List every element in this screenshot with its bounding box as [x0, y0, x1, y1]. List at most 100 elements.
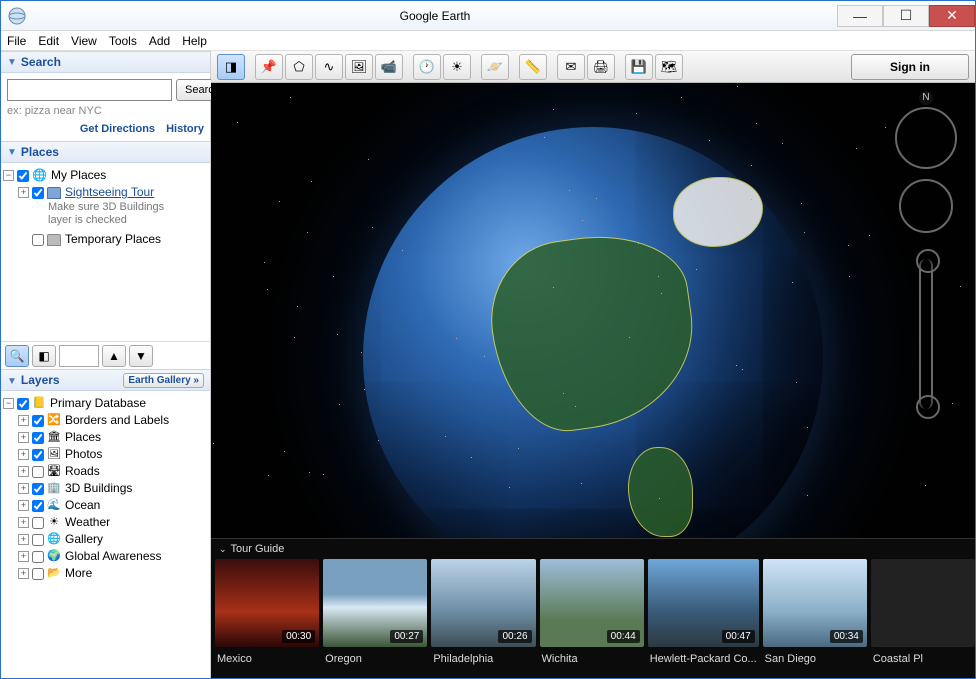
search-panel-header[interactable]: ▼Search — [1, 51, 210, 73]
sunlight-button[interactable]: ☀ — [443, 54, 471, 80]
tour-item[interactable]: 00:30Mexico — [215, 559, 319, 677]
search-input[interactable] — [7, 79, 172, 101]
layer-label[interactable]: Gallery — [65, 531, 103, 548]
minimize-button[interactable]: — — [837, 5, 883, 27]
ruler-button[interactable]: 📏 — [519, 54, 547, 80]
tour-item[interactable]: 00:47Hewlett-Packard Co... — [648, 559, 759, 677]
expand-toggle[interactable]: + — [18, 466, 29, 477]
zoom-slider[interactable] — [919, 259, 933, 409]
polygon-button[interactable]: ⬠ — [285, 54, 313, 80]
expand-toggle[interactable]: + — [18, 534, 29, 545]
temporary-label[interactable]: Temporary Places — [65, 231, 161, 248]
get-directions-link[interactable]: Get Directions — [80, 123, 155, 135]
search-places-button[interactable]: 🔍 — [5, 345, 29, 367]
expand-toggle[interactable]: + — [18, 483, 29, 494]
layer-row[interactable]: +☀Weather — [3, 514, 208, 531]
layer-checkbox[interactable] — [32, 483, 44, 495]
primary-db-label[interactable]: Primary Database — [50, 395, 146, 412]
placemark-button[interactable]: 📌 — [255, 54, 283, 80]
sightseeing-link[interactable]: Sightseeing Tour — [65, 184, 154, 201]
expand-toggle[interactable]: + — [18, 187, 29, 198]
expand-toggle[interactable]: + — [18, 551, 29, 562]
layer-label[interactable]: Weather — [65, 514, 110, 531]
compass-control[interactable] — [895, 107, 957, 169]
history-link[interactable]: History — [166, 123, 204, 135]
places-panel-header[interactable]: ▼Places — [1, 141, 210, 163]
layer-label[interactable]: Borders and Labels — [65, 412, 169, 429]
layer-checkbox[interactable] — [32, 568, 44, 580]
sidebar-toggle-button[interactable]: ◨ — [217, 54, 245, 80]
expand-toggle[interactable]: + — [18, 500, 29, 511]
tour-thumbnail[interactable]: 00:30 — [215, 559, 319, 647]
menu-add[interactable]: Add — [149, 34, 170, 48]
tour-thumbnail[interactable] — [871, 559, 975, 647]
layer-checkbox[interactable] — [32, 500, 44, 512]
path-button[interactable]: ∿ — [315, 54, 343, 80]
tour-thumbnail[interactable]: 00:26 — [431, 559, 535, 647]
layer-checkbox[interactable] — [32, 534, 44, 546]
menu-edit[interactable]: Edit — [38, 34, 59, 48]
pan-control[interactable] — [899, 179, 953, 233]
myplaces-label[interactable]: My Places — [51, 167, 106, 184]
menu-tools[interactable]: Tools — [109, 34, 137, 48]
maximize-button[interactable]: ☐ — [883, 5, 929, 27]
layer-checkbox[interactable] — [32, 466, 44, 478]
tour-thumbnail[interactable]: 00:34 — [763, 559, 867, 647]
expand-toggle[interactable]: + — [18, 449, 29, 460]
layer-row[interactable]: +🏢3D Buildings — [3, 480, 208, 497]
primary-db-checkbox[interactable] — [17, 398, 29, 410]
places-filter-input[interactable] — [59, 345, 99, 367]
tour-item[interactable]: 00:44Wichita — [540, 559, 644, 677]
layer-checkbox[interactable] — [32, 551, 44, 563]
layer-label[interactable]: More — [65, 565, 92, 582]
tour-thumbnail[interactable]: 00:27 — [323, 559, 427, 647]
tour-item[interactable]: 00:27Oregon — [323, 559, 427, 677]
layer-row[interactable]: +📂More — [3, 565, 208, 582]
layer-row[interactable]: +🌐Gallery — [3, 531, 208, 548]
layer-checkbox[interactable] — [32, 449, 44, 461]
email-button[interactable]: ✉ — [557, 54, 585, 80]
layer-checkbox[interactable] — [32, 432, 44, 444]
move-down-button[interactable]: ▼ — [129, 345, 153, 367]
globe[interactable] — [363, 127, 823, 587]
layer-row[interactable]: +🏛Places — [3, 429, 208, 446]
layer-row[interactable]: +🛣Roads — [3, 463, 208, 480]
print-button[interactable]: 🖨 — [587, 54, 615, 80]
signin-button[interactable]: Sign in — [851, 54, 969, 80]
record-tour-button[interactable]: 📹 — [375, 54, 403, 80]
view-toggle-button[interactable]: ◧ — [32, 345, 56, 367]
layer-label[interactable]: 3D Buildings — [65, 480, 132, 497]
close-button[interactable]: ✕ — [929, 5, 975, 27]
menu-file[interactable]: File — [7, 34, 26, 48]
tour-item[interactable]: 00:34San Diego — [763, 559, 867, 677]
tour-item[interactable]: Coastal Pl — [871, 559, 975, 677]
image-overlay-button[interactable]: 🖼 — [345, 54, 373, 80]
expand-toggle[interactable]: + — [18, 432, 29, 443]
view-maps-button[interactable]: 🗺 — [655, 54, 683, 80]
move-up-button[interactable]: ▲ — [102, 345, 126, 367]
layer-row[interactable]: +🖼Photos — [3, 446, 208, 463]
sightseeing-checkbox[interactable] — [32, 187, 44, 199]
layer-label[interactable]: Ocean — [65, 497, 100, 514]
tour-item[interactable]: 00:26Philadelphia — [431, 559, 535, 677]
layers-panel-header[interactable]: ▼Layers Earth Gallery » — [1, 369, 210, 391]
expand-toggle[interactable]: + — [18, 517, 29, 528]
tour-thumbnail[interactable]: 00:44 — [540, 559, 644, 647]
layer-checkbox[interactable] — [32, 415, 44, 427]
layer-label[interactable]: Roads — [65, 463, 100, 480]
save-image-button[interactable]: 💾 — [625, 54, 653, 80]
layer-row[interactable]: +🌍Global Awareness — [3, 548, 208, 565]
planets-button[interactable]: 🪐 — [481, 54, 509, 80]
layer-checkbox[interactable] — [32, 517, 44, 529]
expand-toggle[interactable]: + — [18, 568, 29, 579]
expand-toggle[interactable]: − — [3, 398, 14, 409]
earth-gallery-button[interactable]: Earth Gallery » — [123, 373, 204, 388]
tour-guide-header[interactable]: ⌄Tour Guide — [211, 539, 975, 559]
layer-label[interactable]: Global Awareness — [65, 548, 162, 565]
layer-row[interactable]: +🌊Ocean — [3, 497, 208, 514]
layer-label[interactable]: Places — [65, 429, 101, 446]
expand-toggle[interactable]: − — [3, 170, 14, 181]
layer-row[interactable]: +🔀Borders and Labels — [3, 412, 208, 429]
tour-thumbnail[interactable]: 00:47 — [648, 559, 759, 647]
historical-imagery-button[interactable]: 🕐 — [413, 54, 441, 80]
